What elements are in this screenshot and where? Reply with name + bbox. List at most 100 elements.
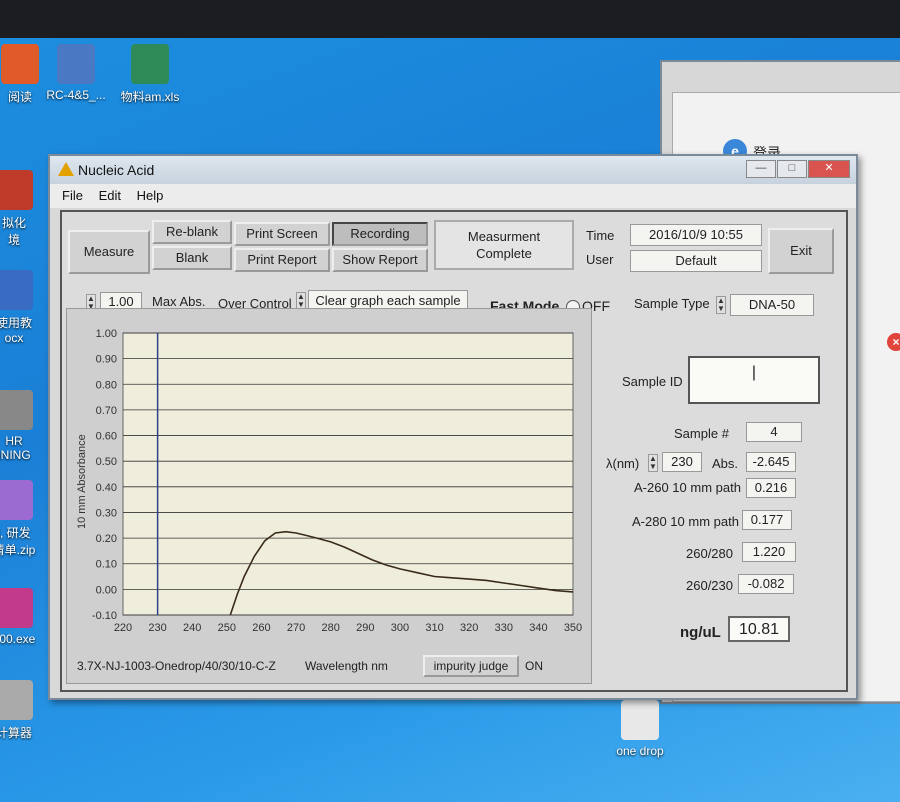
status-line-1: Measurment xyxy=(467,229,541,244)
x-tick-label: 340 xyxy=(529,622,547,634)
plot-area xyxy=(122,332,574,616)
max-abs-label: Max Abs. xyxy=(152,294,206,309)
toolbar: Measure Re-blank Blank Print Screen Prin… xyxy=(66,218,838,280)
sample-type-value[interactable]: DNA-50 xyxy=(730,294,814,316)
monitor-top-bezel xyxy=(0,0,900,38)
desktop-icon[interactable]: 计算器 xyxy=(0,680,54,741)
desktop-icon-label: 使用教 ocx xyxy=(0,316,32,345)
ratio-260-280-label: 260/280 xyxy=(686,546,733,561)
sample-id-label: Sample ID xyxy=(622,374,683,389)
desktop-icon-label: 拟化 境 xyxy=(1,216,26,247)
y-tick-label: 0.80 xyxy=(96,379,117,391)
y-tick-label: 0.50 xyxy=(96,456,117,468)
desktop-icon-image xyxy=(0,390,33,430)
x-tick-label: 270 xyxy=(287,622,305,634)
x-tick-label: 230 xyxy=(148,622,166,634)
warning-icon xyxy=(58,162,74,176)
desktop-icon[interactable]: 600.exe xyxy=(0,588,54,646)
maximize-button[interactable]: □ xyxy=(777,160,807,178)
sample-type-label: Sample Type xyxy=(634,296,710,311)
sample-id-input[interactable]: | xyxy=(688,356,820,404)
status-line-2: Complete xyxy=(476,246,532,261)
print-screen-button[interactable]: Print Screen xyxy=(234,222,330,246)
a260-value: 0.216 xyxy=(746,478,796,498)
measure-button[interactable]: Measure xyxy=(68,230,150,274)
menu-bar: File Edit Help xyxy=(50,184,856,208)
x-tick-label: 240 xyxy=(183,622,201,634)
desktop-icon-image xyxy=(0,480,33,520)
abs-label: Abs. xyxy=(712,456,739,471)
menu-edit[interactable]: Edit xyxy=(99,188,121,203)
desktop-icon-image xyxy=(1,44,39,84)
close-button[interactable]: ✕ xyxy=(808,160,850,178)
x-tick-label: 280 xyxy=(322,622,340,634)
absorbance-chart[interactable]: 1.00 0.90 0.80 0.70 0.60 0.50 0.40 0.30 0.20 0.10… xyxy=(67,309,591,683)
desktop-icon-label: one drop xyxy=(616,744,664,758)
impurity-judge-button[interactable]: impurity judge xyxy=(423,655,519,677)
y-tick-label: 0.30 xyxy=(96,507,117,519)
y-axis-label: 10 mm Absorbance xyxy=(76,434,88,529)
menu-file[interactable]: File xyxy=(62,188,83,203)
desktop-icon[interactable]: HR INING xyxy=(0,390,54,462)
y-tick-label: 0.70 xyxy=(96,405,117,417)
results-panel: Sample Type ▲ ▼ DNA-50 Sample ID | Sample… xyxy=(602,292,838,682)
x-tick-label: 320 xyxy=(460,622,478,634)
y-tick-label: 0.60 xyxy=(96,431,117,443)
y-tick-label: 0.40 xyxy=(96,482,117,494)
sample-number-value: 4 xyxy=(746,422,802,442)
y-tick-label: 0.20 xyxy=(96,533,117,545)
abs-value: -2.645 xyxy=(746,452,796,472)
x-tick-label: 260 xyxy=(252,622,270,634)
y-tick-label: 0.10 xyxy=(96,559,117,571)
config-string: 3.7X-NJ-1003-Onedrop/40/30/10-C-Z xyxy=(77,659,276,673)
sample-type-spinner[interactable]: ▲ ▼ xyxy=(716,296,726,314)
x-tick-label: 300 xyxy=(391,622,409,634)
exit-button[interactable]: Exit xyxy=(768,228,834,274)
desktop-icon[interactable]: 拟化 境 xyxy=(0,170,54,248)
minimize-button[interactable]: — xyxy=(746,160,776,178)
x-tick-label: 330 xyxy=(495,622,513,634)
x-tick-label: 350 xyxy=(564,622,582,634)
desktop-icon[interactable]: RC-4&5_... xyxy=(36,44,116,102)
sample-number-label: Sample # xyxy=(674,426,729,441)
impurity-state: ON xyxy=(525,659,543,673)
show-report-button[interactable]: Show Report xyxy=(332,248,428,272)
ratio-260-230-value: -0.082 xyxy=(738,574,794,594)
time-label: Time xyxy=(586,228,615,243)
desktop-icon-label: l, 研发 清单.zip xyxy=(0,526,36,557)
lambda-label: λ(nm) xyxy=(606,456,640,471)
recording-button[interactable]: Recording xyxy=(332,222,428,246)
lambda-spinner[interactable]: ▲ ▼ xyxy=(648,454,658,472)
status-display: Measurment Complete xyxy=(434,220,574,270)
nucleic-acid-window: Nucleic Acid — □ ✕ File Edit Help Measur… xyxy=(48,154,858,700)
desktop-icon-label: HR INING xyxy=(0,434,31,462)
a280-value: 0.177 xyxy=(742,510,792,530)
y-tick-label: -0.10 xyxy=(92,610,117,622)
menu-help[interactable]: Help xyxy=(137,188,164,203)
desktop-icon[interactable]: 物料am.xls xyxy=(110,44,190,105)
desktop-icon[interactable]: l, 研发 清单.zip xyxy=(0,480,54,558)
x-tick-label: 290 xyxy=(356,622,374,634)
blank-button[interactable]: Blank xyxy=(152,246,232,270)
desktop-icon-label: RC-4&5_... xyxy=(46,88,106,102)
graph-frame: 1.00 0.90 0.80 0.70 0.60 0.50 0.40 0.30 0.20 0.10… xyxy=(66,308,592,684)
a280-label: A-280 10 mm path xyxy=(632,514,739,529)
x-tick-label: 250 xyxy=(218,622,236,634)
reblank-button[interactable]: Re-blank xyxy=(152,220,232,244)
print-report-button[interactable]: Print Report xyxy=(234,248,330,272)
ratio-260-230-label: 260/230 xyxy=(686,578,733,593)
desktop-icon-image xyxy=(57,44,95,84)
title-bar[interactable]: Nucleic Acid — □ ✕ xyxy=(50,156,856,184)
desktop-icon[interactable]: one drop xyxy=(600,700,680,758)
client-area: Measure Re-blank Blank Print Screen Prin… xyxy=(60,210,848,692)
x-tick-label: 310 xyxy=(425,622,443,634)
desktop-icon-image xyxy=(0,170,33,210)
time-value: 2016/10/9 10:55 xyxy=(630,224,762,246)
x-tick-label: 220 xyxy=(114,622,132,634)
user-value: Default xyxy=(630,250,762,272)
lambda-input[interactable]: 230 xyxy=(662,452,702,472)
ratio-260-280-value: 1.220 xyxy=(742,542,796,562)
y-tick-label: 0.00 xyxy=(96,584,117,596)
desktop-icon-label: 计算器 xyxy=(0,726,32,740)
desktop-icon[interactable]: 使用教 ocx xyxy=(0,270,54,345)
